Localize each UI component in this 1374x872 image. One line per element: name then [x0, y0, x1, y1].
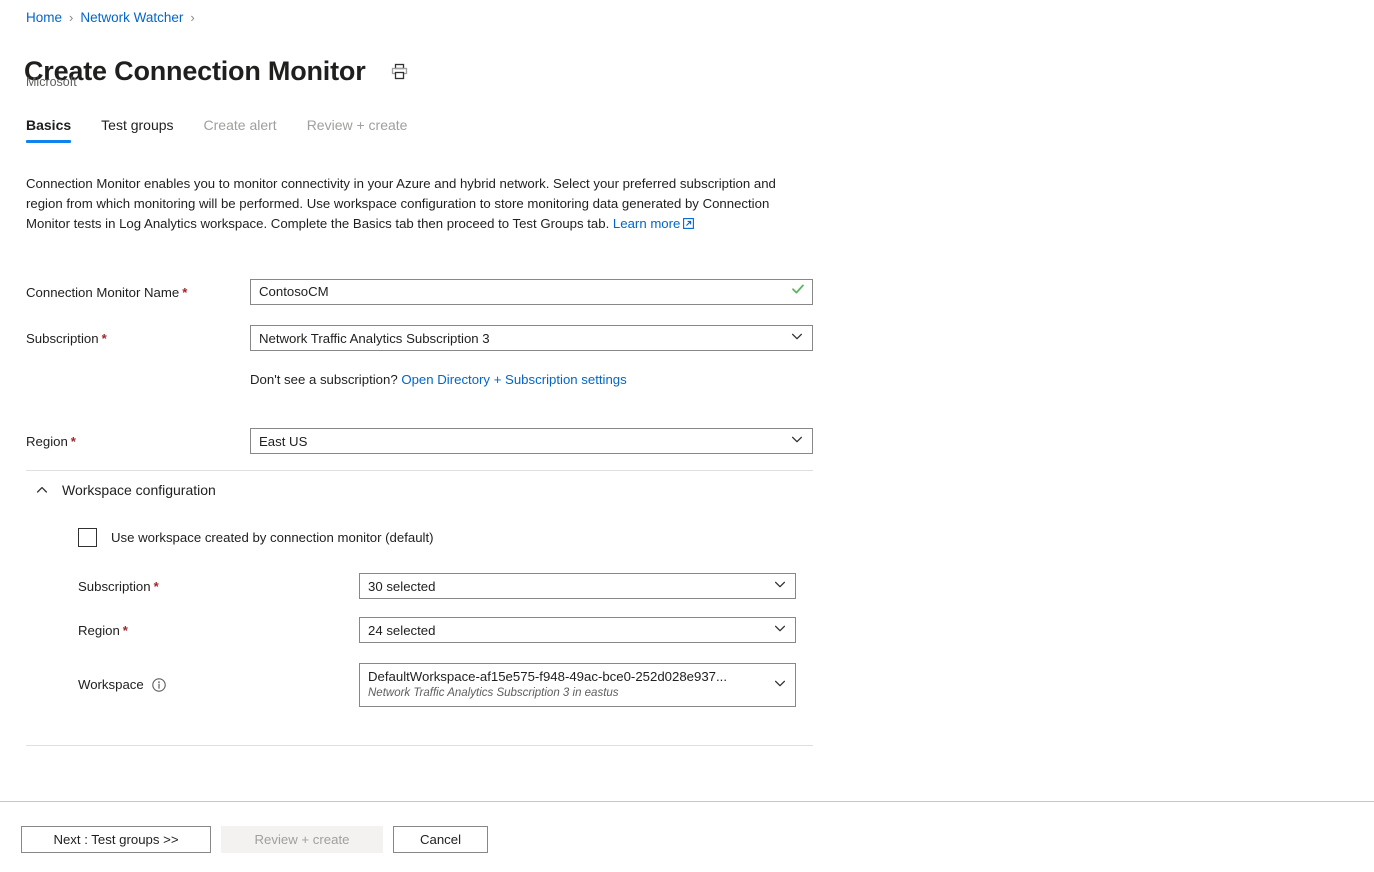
workspace-subscription-value: 30 selected — [368, 579, 435, 594]
workspace-configuration-toggle[interactable]: Workspace configuration — [34, 482, 216, 498]
field-region: Region* East US — [26, 428, 813, 454]
chevron-up-icon — [34, 482, 50, 498]
field-subscription: Subscription* Network Traffic Analytics … — [26, 325, 813, 351]
workspace-region-value: 24 selected — [368, 623, 435, 638]
chevron-down-icon — [773, 578, 787, 595]
subscription-helper-prefix: Don't see a subscription? — [250, 372, 398, 387]
review-create-button: Review + create — [221, 826, 383, 853]
cancel-button[interactable]: Cancel — [393, 826, 488, 853]
region-label: Region* — [26, 428, 250, 452]
chevron-down-icon — [773, 677, 787, 694]
printer-icon[interactable] — [388, 59, 412, 83]
page-header: Create Connection Monitor — [24, 36, 412, 106]
region-value: East US — [259, 434, 307, 449]
workspace-region-select[interactable]: 24 selected — [359, 617, 796, 643]
required-marker: * — [123, 623, 128, 638]
connection-monitor-name-value: ContosoCM — [259, 280, 329, 304]
subscription-helper: Don't see a subscription? Open Directory… — [250, 371, 627, 389]
subscription-label: Subscription* — [26, 325, 250, 349]
tab-basics[interactable]: Basics — [26, 114, 71, 143]
open-directory-subscription-settings-link[interactable]: Open Directory + Subscription settings — [401, 372, 626, 387]
use-default-workspace-label: Use workspace created by connection moni… — [111, 530, 434, 545]
chevron-down-icon — [790, 330, 804, 347]
learn-more-link[interactable]: Learn more — [613, 216, 680, 231]
section-divider-bottom — [26, 745, 813, 746]
breadcrumb-item-network-watcher[interactable]: Network Watcher — [80, 9, 183, 27]
required-marker: * — [182, 285, 187, 300]
footer-action-bar: Next : Test groups >> Review + create Ca… — [0, 801, 1374, 872]
section-divider-top — [26, 470, 813, 471]
info-icon[interactable] — [152, 678, 166, 692]
field-workspace: Workspace DefaultWorkspace-af15e575-f948… — [78, 663, 796, 707]
workspace-configuration-title: Workspace configuration — [62, 482, 216, 498]
breadcrumb-separator-icon: › — [69, 9, 73, 27]
valid-check-icon — [791, 280, 805, 304]
breadcrumb-item-home[interactable]: Home — [26, 9, 62, 27]
field-workspace-region: Region* 24 selected — [78, 617, 796, 643]
workspace-select[interactable]: DefaultWorkspace-af15e575-f948-49ac-bce0… — [359, 663, 796, 707]
workspace-subscription-label: Subscription* — [78, 573, 359, 597]
required-marker: * — [154, 579, 159, 594]
field-connection-monitor-name: Connection Monitor Name* ContosoCM — [26, 279, 813, 305]
region-select[interactable]: East US — [250, 428, 813, 454]
footer-buttons: Next : Test groups >> Review + create Ca… — [21, 826, 498, 853]
page-description: Connection Monitor enables you to monito… — [26, 174, 792, 235]
subscription-value: Network Traffic Analytics Subscription 3 — [259, 331, 490, 346]
breadcrumb: Home › Network Watcher › — [26, 9, 202, 27]
connection-monitor-name-label: Connection Monitor Name* — [26, 279, 250, 303]
chevron-down-icon — [790, 433, 804, 450]
workspace-region-label: Region* — [78, 617, 359, 641]
tab-test-groups[interactable]: Test groups — [101, 114, 173, 143]
tab-review-create: Review + create — [307, 114, 408, 143]
checkbox-box-icon — [78, 528, 97, 547]
field-workspace-subscription: Subscription* 30 selected — [78, 573, 796, 599]
external-link-icon — [683, 215, 694, 235]
tab-create-alert: Create alert — [204, 114, 277, 143]
use-default-workspace-checkbox[interactable]: Use workspace created by connection moni… — [78, 528, 434, 547]
subscription-select[interactable]: Network Traffic Analytics Subscription 3 — [250, 325, 813, 351]
workspace-subscription-select[interactable]: 30 selected — [359, 573, 796, 599]
workspace-value: DefaultWorkspace-af15e575-f948-49ac-bce0… — [368, 668, 765, 686]
workspace-subtext: Network Traffic Analytics Subscription 3… — [368, 686, 765, 701]
wizard-tabs: Basics Test groups Create alert Review +… — [26, 114, 437, 143]
workspace-label: Workspace — [78, 663, 359, 707]
required-marker: * — [71, 434, 76, 449]
next-test-groups-button[interactable]: Next : Test groups >> — [21, 826, 211, 853]
required-marker: * — [102, 331, 107, 346]
chevron-down-icon — [773, 622, 787, 639]
page-subtitle: Microsoft — [26, 74, 77, 90]
breadcrumb-separator-icon: › — [190, 9, 194, 27]
printer-icon-glyph — [391, 63, 408, 80]
connection-monitor-name-input[interactable]: ContosoCM — [250, 279, 813, 305]
